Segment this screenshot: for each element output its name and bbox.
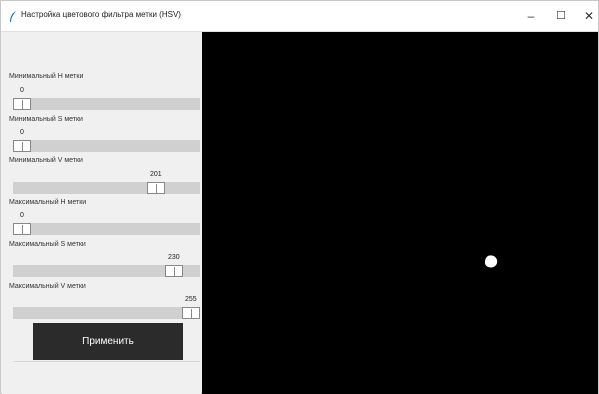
slider-value-max-h: 0 [20,212,24,219]
mask-preview [202,32,598,394]
app-window: Настройка цветового фильтра метки (HSV) … [0,0,599,394]
slider-value-max-s: 230 [168,254,180,261]
slider-thumb-min-h[interactable] [13,98,31,110]
slider-label-max-v: Максимальный V метки [9,283,86,290]
close-button[interactable]: ✕ [579,7,599,25]
slider-thumb-max-v[interactable] [182,307,200,319]
feather-icon [9,10,17,22]
slider-track-min-h[interactable] [13,98,200,110]
window-title: Настройка цветового фильтра метки (HSV) [21,10,181,19]
slider-label-min-s: Минимальный S метки [9,116,83,123]
slider-value-min-s: 0 [20,129,24,136]
slider-label-max-s: Максимальный S метки [9,241,86,248]
divider [13,361,200,362]
detected-blob [484,255,498,268]
slider-track-max-s[interactable] [13,265,200,277]
minimize-button[interactable]: – [521,7,541,25]
maximize-button[interactable]: ☐ [551,7,571,25]
slider-label-max-h: Максимальный H метки [9,199,87,206]
slider-track-min-v[interactable] [13,182,200,194]
slider-thumb-max-s[interactable] [165,265,183,277]
title-bar[interactable]: Настройка цветового фильтра метки (HSV) … [1,1,598,32]
slider-value-min-h: 0 [20,87,24,94]
controls-panel: Минимальный H метки 0 Минимальный S метк… [2,32,201,394]
slider-value-max-v: 255 [185,296,197,303]
slider-thumb-min-s[interactable] [13,140,31,152]
slider-track-min-s[interactable] [13,140,200,152]
slider-thumb-max-h[interactable] [13,223,31,235]
slider-label-min-v: Минимальный V метки [9,157,83,164]
slider-thumb-min-v[interactable] [147,182,165,194]
slider-track-max-v[interactable] [13,307,200,319]
slider-label-min-h: Минимальный H метки [9,73,84,80]
slider-track-max-h[interactable] [13,223,200,235]
apply-button[interactable]: Применить [33,323,183,360]
slider-value-min-v: 201 [150,171,162,178]
